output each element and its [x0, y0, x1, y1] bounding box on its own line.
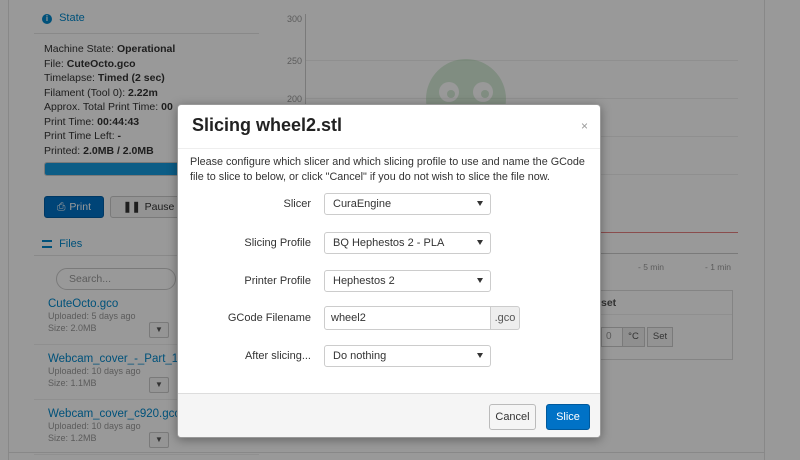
chevron-down-icon [477, 201, 483, 206]
dialog-header: Slicing wheel2.stl × [178, 105, 600, 149]
slicer-selected-value: CuraEngine [333, 198, 392, 210]
gcode-filename-label: GCode Filename [227, 312, 311, 324]
printer-profile-label: Printer Profile [244, 275, 311, 287]
gcode-extension-addon: .gco [491, 306, 520, 330]
slicing-profile-label: Slicing Profile [244, 237, 311, 249]
chevron-down-icon [477, 353, 483, 358]
slicing-dialog: Slicing wheel2.stl × Please configure wh… [177, 104, 601, 438]
close-icon[interactable]: × [581, 119, 588, 133]
cancel-button[interactable]: Cancel [489, 404, 536, 430]
dialog-description: Please configure which slicer and which … [190, 156, 585, 183]
dialog-footer: Cancel Slice [178, 393, 600, 437]
slice-button[interactable]: Slice [546, 404, 590, 430]
printer-profile-selected-value: Hephestos 2 [333, 275, 395, 287]
printer-profile-select[interactable]: Hephestos 2 [324, 270, 491, 292]
after-slicing-selected-value: Do nothing [333, 350, 387, 362]
after-slicing-label: After slicing... [244, 350, 311, 362]
slicer-label: Slicer [283, 198, 311, 210]
after-slicing-select[interactable]: Do nothing [324, 345, 491, 367]
gcode-filename-input[interactable]: wheel2 [324, 306, 491, 330]
chevron-down-icon [477, 240, 483, 245]
slicing-profile-selected-value: BQ Hephestos 2 - PLA [333, 237, 445, 249]
slicer-select[interactable]: CuraEngine [324, 193, 491, 215]
slicing-profile-select[interactable]: BQ Hephestos 2 - PLA [324, 232, 491, 254]
dialog-title: Slicing wheel2.stl [192, 115, 343, 135]
chevron-down-icon [477, 278, 483, 283]
